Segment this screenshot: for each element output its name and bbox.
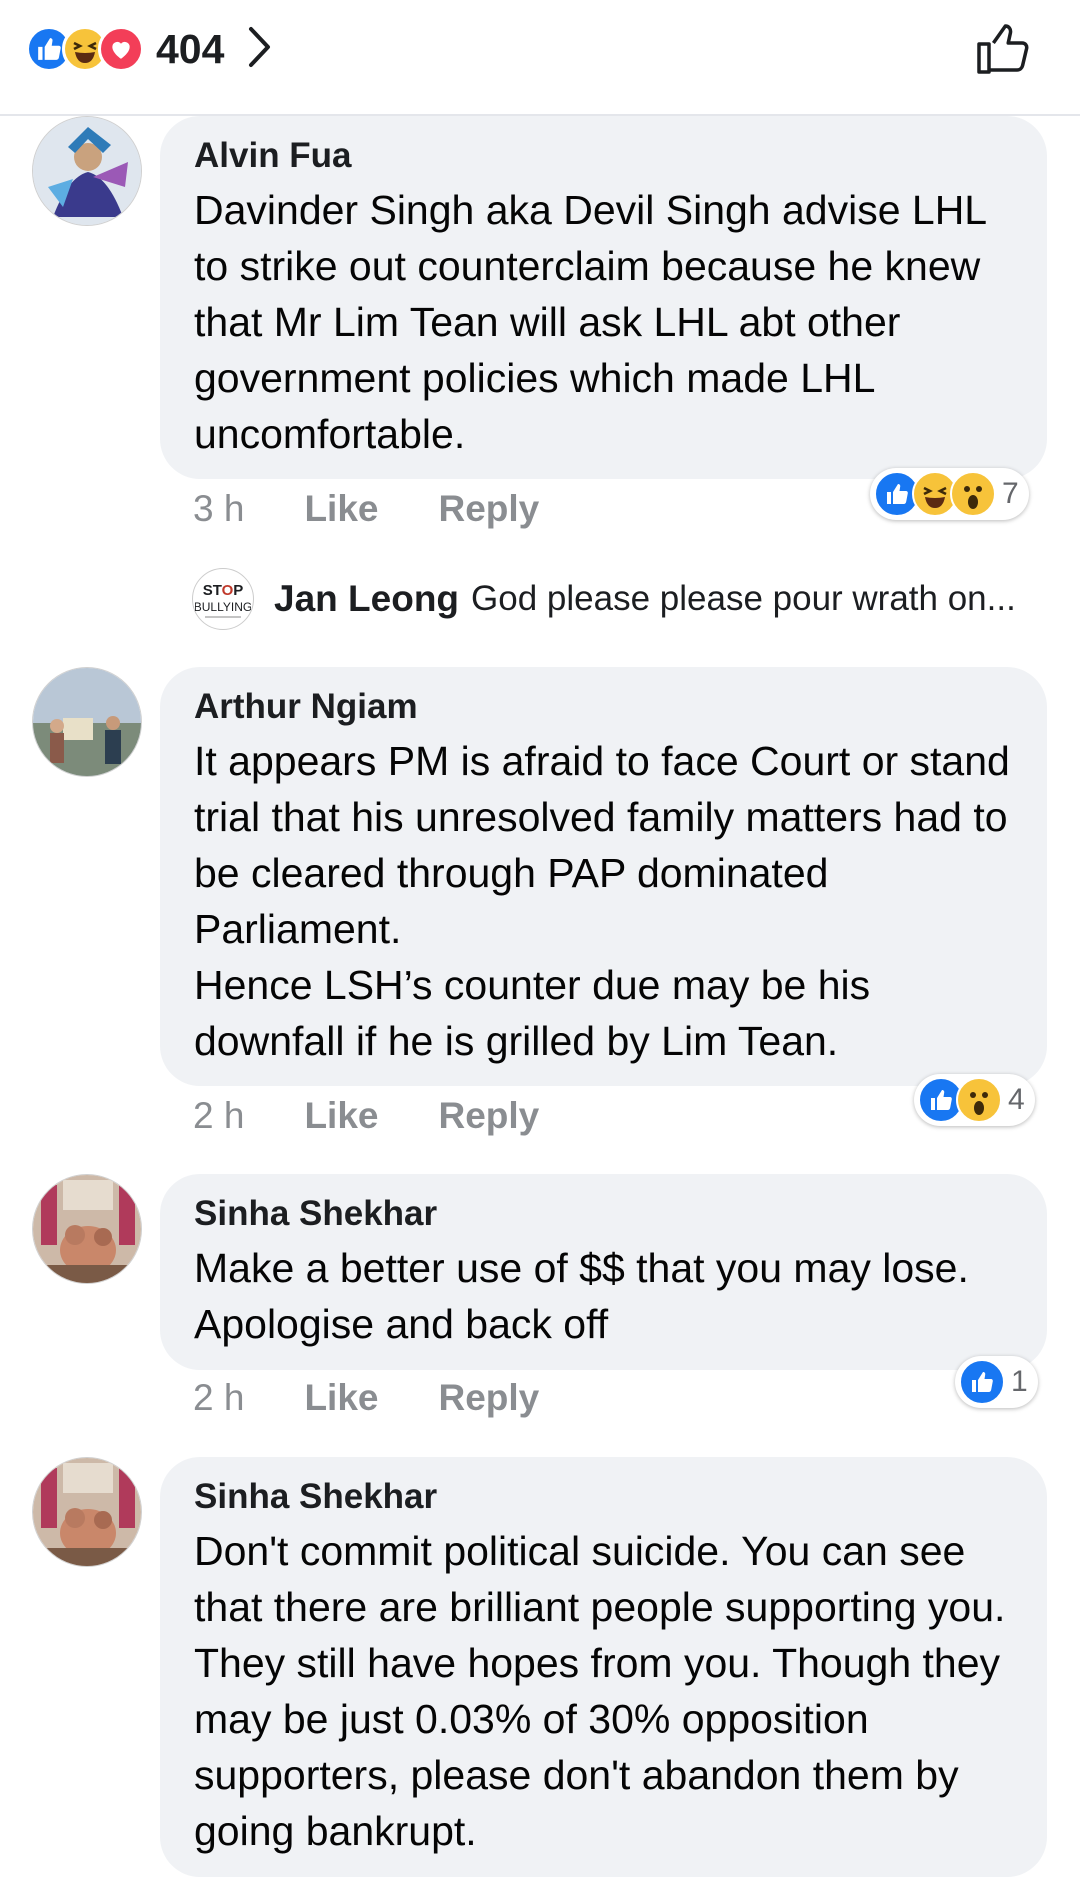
comment-author[interactable]: Sinha Shekhar	[194, 1194, 1013, 1234]
like-link[interactable]: Like	[304, 1377, 378, 1419]
comment-text: Don't commit political suicide. You can …	[194, 1528, 1006, 1854]
reply-preview[interactable]: STOP BULLYING Jan Leong God please pleas…	[192, 568, 1016, 630]
svg-text:STOP: STOP	[203, 582, 244, 599]
comment-text: Make a better use of $$ that you may los…	[194, 1245, 969, 1347]
comment-reactions[interactable]: 4	[914, 1074, 1035, 1126]
like-icon	[959, 1359, 1005, 1405]
wow-icon	[950, 471, 996, 517]
like-link[interactable]: Like	[304, 488, 378, 530]
reaction-count: 1	[1011, 1365, 1028, 1398]
comment-author[interactable]: Alvin Fua	[194, 136, 1013, 176]
comment-timestamp[interactable]: 3 h	[193, 488, 244, 530]
comment-reactions[interactable]: 7	[870, 468, 1029, 520]
reply-author[interactable]: Jan Leong	[274, 578, 459, 620]
reactions-header: 404	[0, 0, 1080, 116]
comment-actions: 2 h Like Reply	[193, 1091, 599, 1141]
avatar[interactable]	[32, 116, 142, 226]
comment-reactions[interactable]: 1	[955, 1356, 1038, 1408]
comment-timestamp[interactable]: 2 h	[193, 1377, 244, 1419]
reply-link[interactable]: Reply	[438, 1095, 539, 1137]
comment-text: Davinder Singh aka Devil Singh advise LH…	[194, 187, 986, 457]
reply-link[interactable]: Reply	[438, 488, 539, 530]
avatar[interactable]: STOP BULLYING	[192, 568, 254, 630]
comment-author[interactable]: Arthur Ngiam	[194, 687, 1013, 727]
comment-text: It appears PM is afraid to face Court or…	[194, 738, 1010, 1064]
like-link[interactable]: Like	[304, 1095, 378, 1137]
like-button[interactable]	[974, 20, 1032, 83]
comment-actions: 2 h Like Reply	[193, 1373, 599, 1423]
reply-link[interactable]: Reply	[438, 1377, 539, 1419]
reply-snippet: God please please pour wrath on...	[471, 579, 1016, 618]
thumbs-up-icon	[977, 24, 1029, 74]
avatar[interactable]	[32, 667, 142, 777]
comment-timestamp[interactable]: 2 h	[193, 1095, 244, 1137]
comment-bubble: Alvin Fua Davinder Singh aka Devil Singh…	[160, 116, 1047, 479]
chevron-right-icon[interactable]	[246, 25, 272, 74]
comment-actions: 3 h Like Reply	[193, 484, 599, 534]
avatar[interactable]	[32, 1457, 142, 1567]
wow-icon	[956, 1077, 1002, 1123]
svg-text:BULLYING: BULLYING	[195, 600, 251, 614]
comment-bubble: Sinha Shekhar Don't commit political sui…	[160, 1457, 1047, 1877]
reaction-count: 7	[1002, 477, 1019, 510]
comment-author[interactable]: Sinha Shekhar	[194, 1477, 1013, 1517]
love-icon	[98, 26, 144, 72]
avatar[interactable]	[32, 1174, 142, 1284]
reaction-count: 4	[1008, 1083, 1025, 1116]
reactions-summary[interactable]: 404	[26, 22, 272, 76]
comment-bubble: Sinha Shekhar Make a better use of $$ th…	[160, 1174, 1047, 1370]
reaction-count: 404	[156, 25, 225, 72]
comment-bubble: Arthur Ngiam It appears PM is afraid to …	[160, 667, 1047, 1086]
